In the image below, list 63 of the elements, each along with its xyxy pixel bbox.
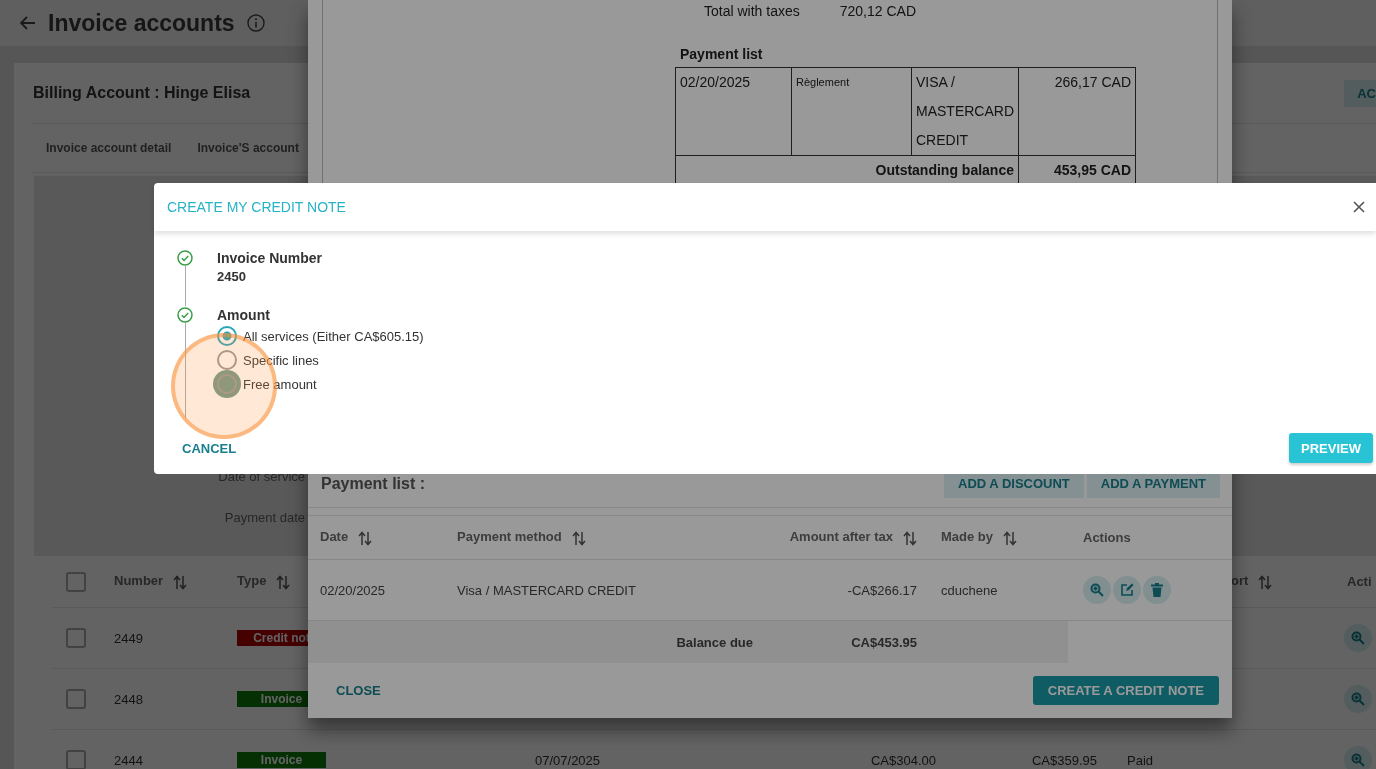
section-title: Payment list	[680, 46, 763, 62]
table-cell: CA$304.00	[870, 752, 936, 768]
step-label: Amount	[217, 307, 270, 323]
column-header[interactable]: Made by	[941, 529, 1017, 546]
back-arrow-icon[interactable]	[20, 16, 36, 30]
checkbox[interactable]	[66, 689, 86, 709]
table-cell: Visa / MASTERCARD CREDIT	[457, 582, 636, 598]
table-cell: 2448	[114, 691, 143, 707]
option-label[interactable]: Specific lines	[243, 352, 319, 368]
account-title: Billing Account : Hinge Elisa	[33, 84, 251, 102]
section-title: Payment list :	[321, 474, 426, 493]
sort-icon[interactable]	[276, 574, 291, 590]
select-all-checkbox[interactable]	[66, 571, 86, 592]
table-cell: 07/07/2025	[535, 752, 601, 768]
dialog-title: CREATE MY CREDIT NOTE	[167, 199, 346, 215]
table-cell: VISA / MASTERCARD CREDIT	[911, 67, 1019, 156]
balance-value: CA$453.95	[850, 634, 918, 650]
column-header: Acti	[1347, 574, 1372, 589]
sort-icon[interactable]	[1003, 530, 1017, 546]
close-button[interactable]: CLOSE	[336, 683, 381, 698]
type-tag: Invoice	[237, 752, 326, 768]
sort-icon[interactable]	[1258, 574, 1273, 590]
column-header: Actions	[1083, 530, 1131, 545]
edit-icon[interactable]	[1113, 576, 1141, 604]
sort-icon[interactable]	[173, 574, 188, 590]
total-label: Total with taxes	[704, 2, 800, 20]
table-cell: 2444	[114, 752, 143, 768]
preview-button[interactable]: PREVIEW	[1289, 433, 1373, 463]
checkbox[interactable]	[66, 750, 86, 769]
balance-label: Balance due	[675, 634, 754, 650]
page-title: Invoice accounts	[48, 9, 235, 37]
column-header[interactable]: Payment method	[457, 529, 586, 546]
column-header[interactable]: Number	[114, 573, 188, 590]
table-cell: 266,17 CAD	[1018, 67, 1136, 156]
sort-icon[interactable]	[903, 530, 917, 546]
column-header[interactable]: Date	[320, 529, 373, 546]
table-cell: 2449	[114, 630, 143, 646]
delete-icon[interactable]	[1143, 576, 1171, 604]
column-header[interactable]: ort	[1231, 573, 1273, 590]
checkbox[interactable]	[66, 628, 86, 648]
step-value: 2450	[217, 269, 246, 284]
tab[interactable]: Invoice account detail	[33, 141, 185, 155]
table-cell: Règlement	[791, 67, 912, 156]
create-credit-note-button[interactable]: CREATE A CREDIT NOTE	[1032, 676, 1219, 705]
step-label: Invoice Number	[217, 250, 323, 266]
sort-icon[interactable]	[358, 530, 373, 546]
cancel-button[interactable]: CANCEL	[182, 440, 237, 456]
table-cell: Paid	[1127, 752, 1154, 768]
sort-icon[interactable]	[571, 530, 586, 546]
table-cell: CA$359.95	[1031, 752, 1097, 768]
total-value: 720,12 CAD	[839, 2, 916, 20]
account-button[interactable]: AC	[1344, 79, 1376, 107]
column-header[interactable]: Type	[237, 573, 291, 590]
info-icon[interactable]	[246, 14, 265, 32]
view-icon[interactable]	[1083, 576, 1111, 604]
table-cell: cduchene	[941, 582, 998, 598]
table-cell: 02/20/2025	[675, 67, 792, 156]
table-cell: -CA$266.17	[847, 582, 917, 598]
table-cell: 02/20/2025	[320, 582, 386, 598]
column-header[interactable]: Amount after tax	[789, 529, 917, 546]
close-icon[interactable]	[1353, 201, 1365, 213]
tab[interactable]: Invoice'S account	[184, 141, 312, 155]
option-label[interactable]: All services (Either CA$605.15)	[243, 328, 424, 344]
